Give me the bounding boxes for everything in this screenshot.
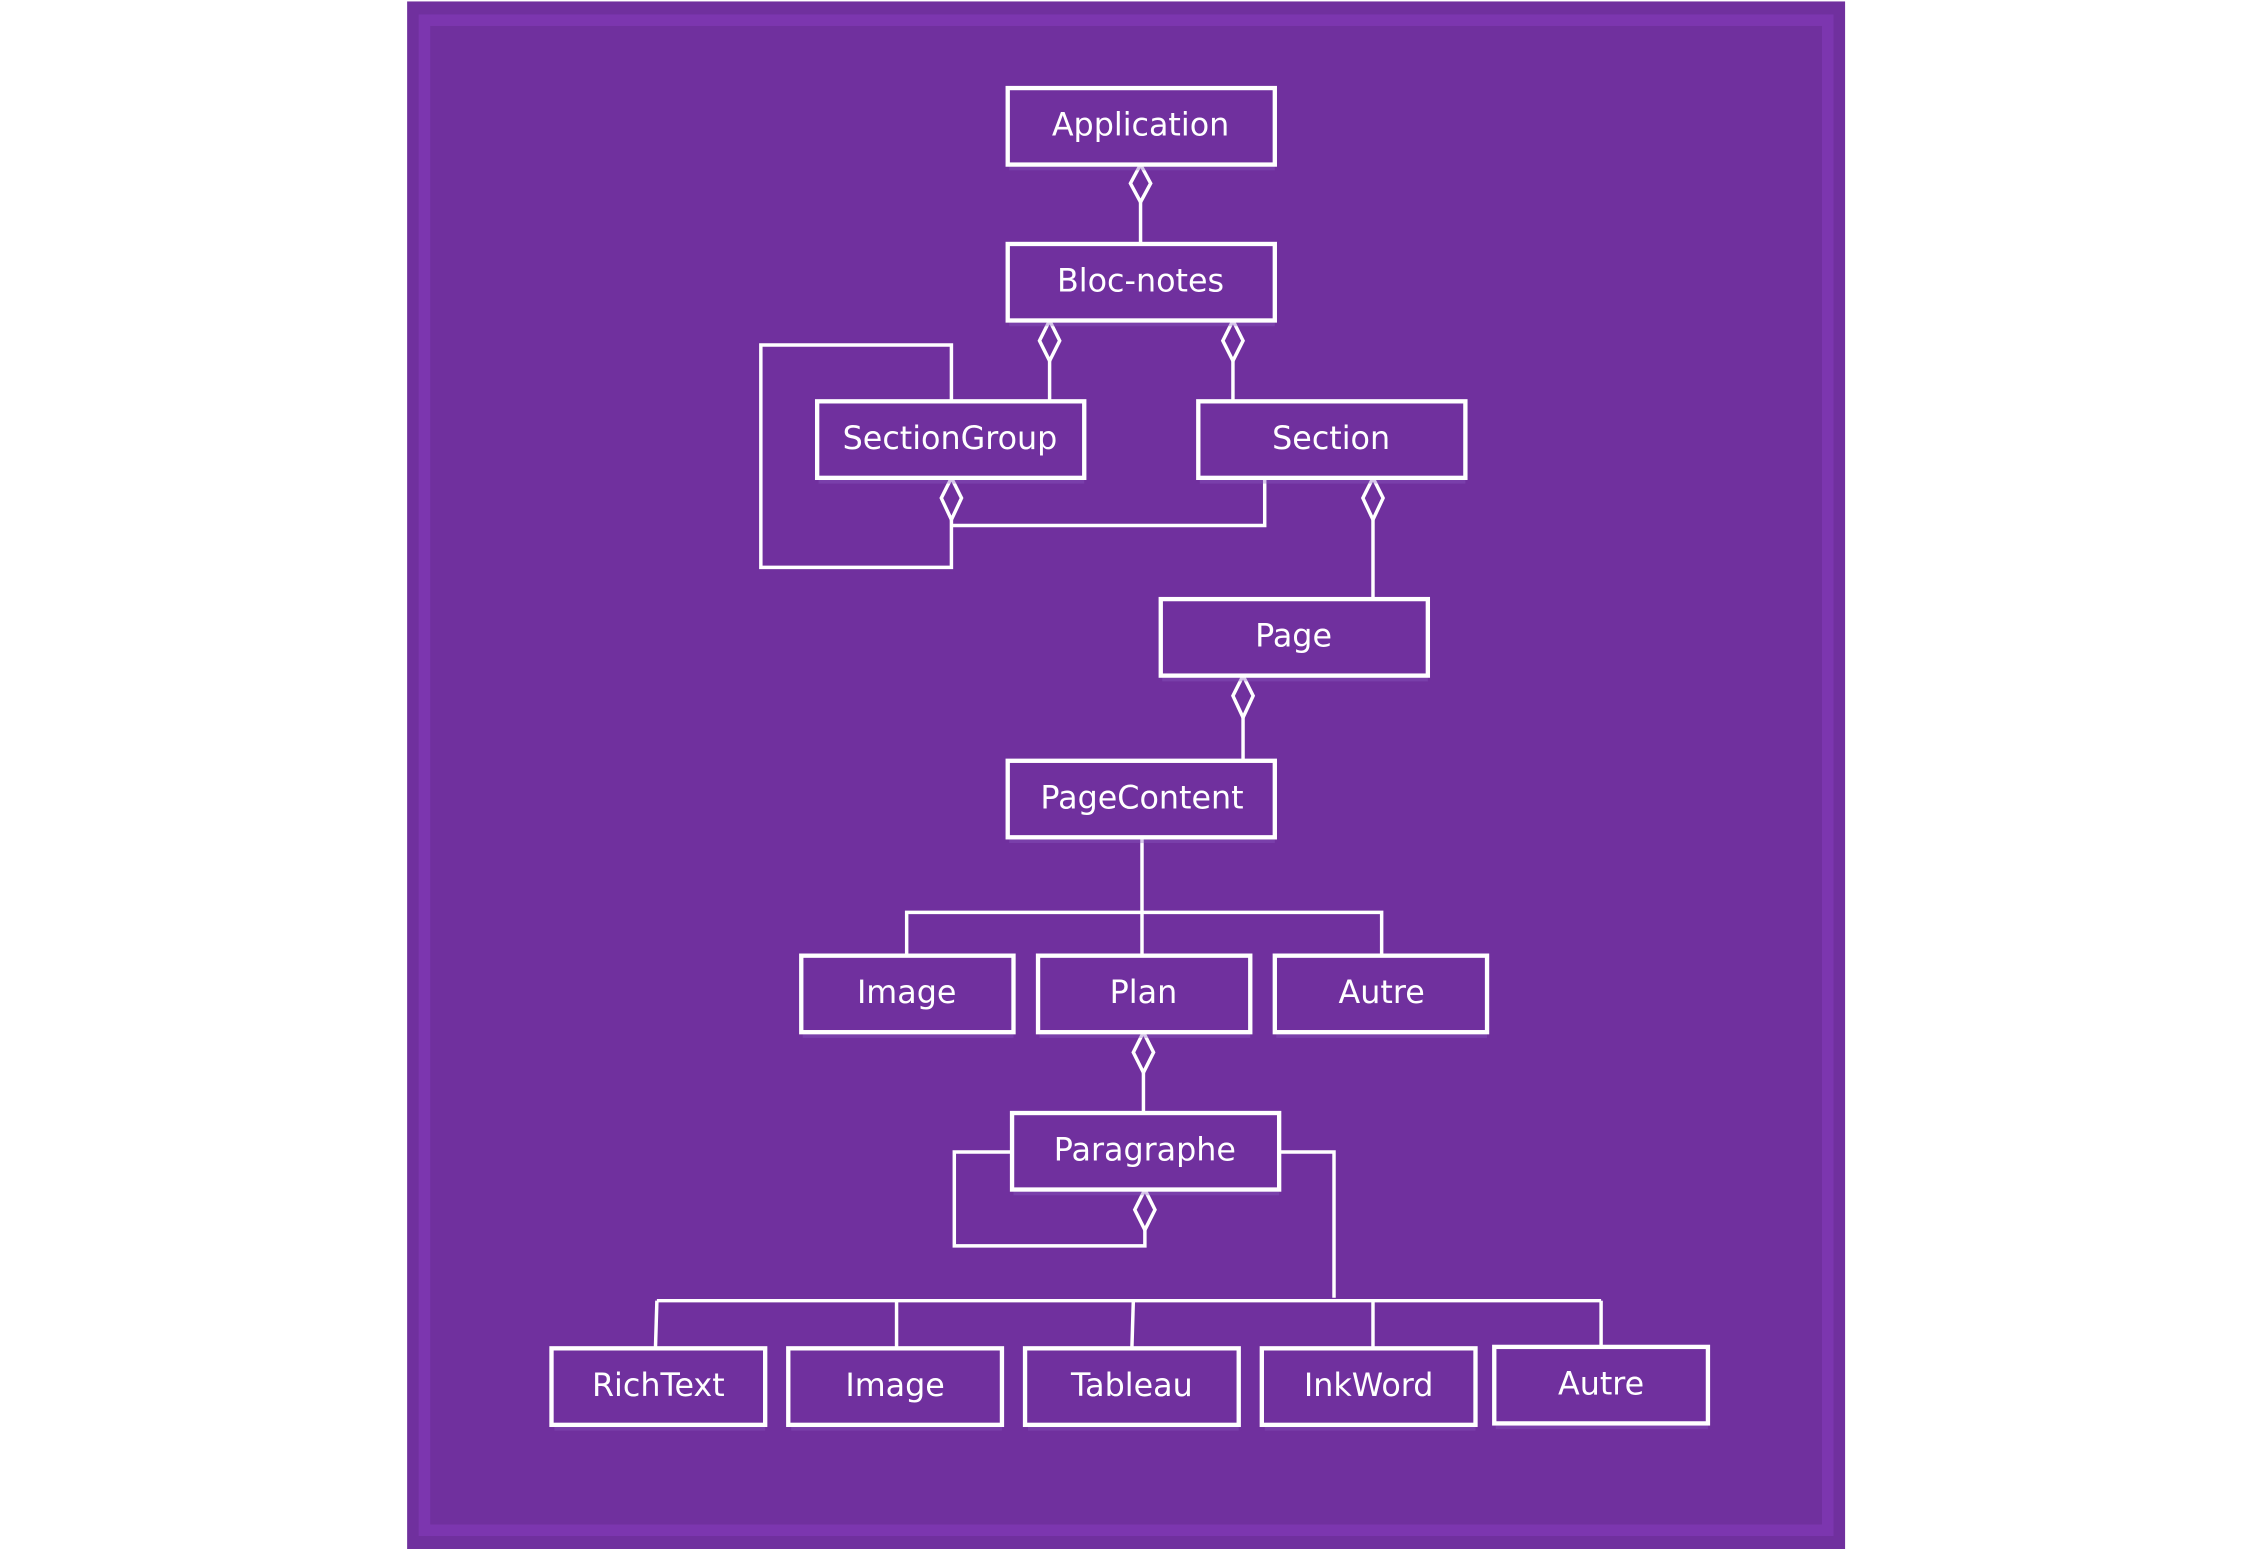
node-autre-paragraph[interactable]: Autre [1492, 1344, 1711, 1430]
node-application[interactable]: Application [1005, 85, 1277, 171]
node-image-paragraph[interactable]: Image [786, 1346, 1005, 1431]
node-label: Bloc-notes [1057, 264, 1224, 300]
node-label: Autre [1558, 1366, 1644, 1402]
node-richtext[interactable]: RichText [549, 1346, 768, 1431]
node-label: RichText [592, 1368, 725, 1404]
node-page[interactable]: Page [1158, 596, 1431, 682]
node-label: Section [1272, 421, 1390, 457]
node-label: Image [845, 1368, 944, 1404]
node-label: Application [1052, 108, 1229, 144]
node-label: Page [1255, 619, 1332, 655]
connector-bus-tableau [1130, 1300, 1136, 1349]
node-inkword[interactable]: InkWord [1259, 1346, 1478, 1431]
node-autre-content[interactable]: Autre [1272, 953, 1490, 1038]
node-label: Autre [1339, 975, 1425, 1011]
node-pagecontent[interactable]: PageContent [1005, 758, 1277, 844]
node-label: Paragraphe [1054, 1133, 1236, 1169]
node-bloc-notes[interactable]: Bloc-notes [1005, 241, 1277, 327]
node-label: Plan [1110, 975, 1178, 1011]
node-sectiongroup[interactable]: SectionGroup [814, 399, 1087, 484]
connector-bus-richtext [653, 1300, 659, 1349]
class-diagram: Application Bloc-notes SectionGroup Sect… [407, 1, 1846, 1549]
node-image-content[interactable]: Image [799, 953, 1016, 1038]
node-plan[interactable]: Plan [1035, 953, 1253, 1038]
node-label: Image [857, 975, 956, 1011]
node-label: SectionGroup [843, 421, 1058, 457]
node-label: Tableau [1070, 1368, 1193, 1404]
node-section[interactable]: Section [1196, 399, 1468, 484]
node-paragraphe[interactable]: Paragraphe [1009, 1110, 1282, 1196]
node-label: InkWord [1304, 1368, 1433, 1404]
node-label: PageContent [1040, 780, 1243, 816]
node-tableau[interactable]: Tableau [1022, 1346, 1241, 1431]
